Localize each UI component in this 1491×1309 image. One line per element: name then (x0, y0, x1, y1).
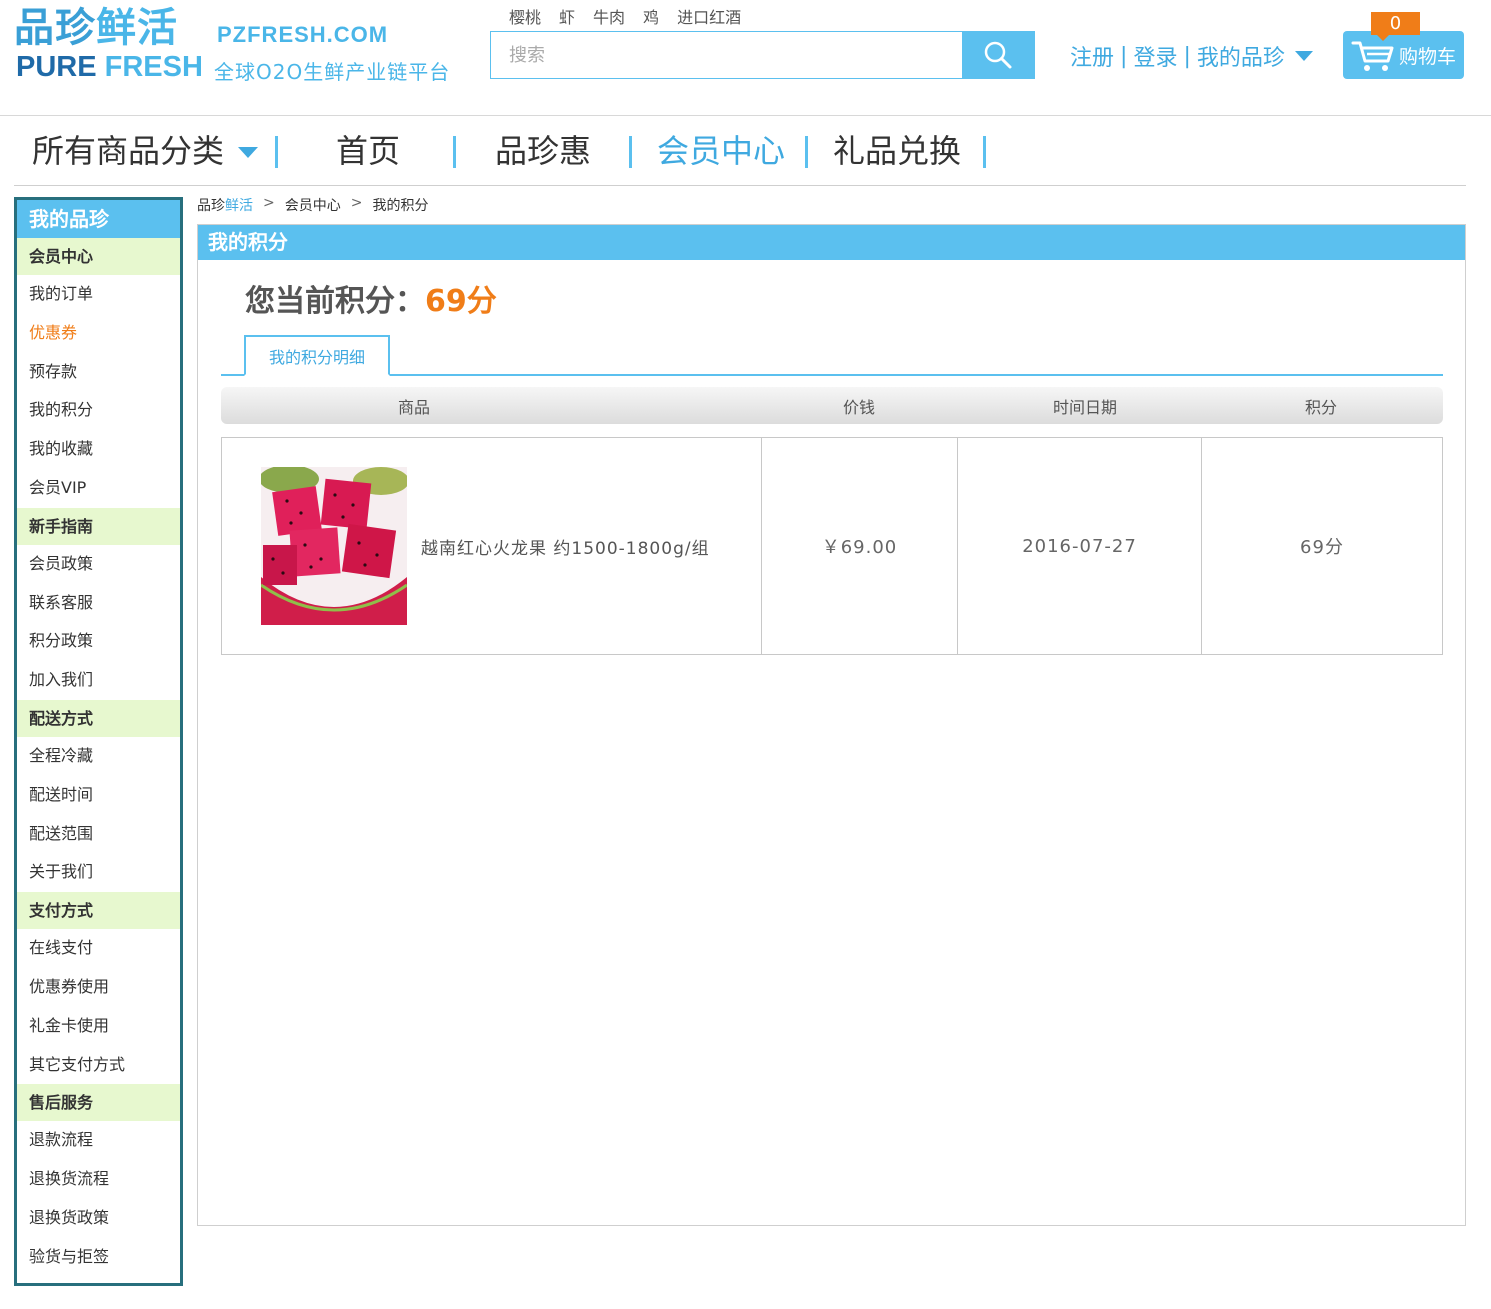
sidebar-item-about-us[interactable]: 关于我们 (17, 853, 180, 892)
sidebar-item-return-process[interactable]: 退换货流程 (17, 1160, 180, 1199)
sidebar-item-delivery-time[interactable]: 配送时间 (17, 776, 180, 815)
panel-title: 我的积分 (198, 225, 1465, 260)
logo-slogan: 全球O2O生鲜产业链平台 (214, 60, 451, 84)
hotword-link[interactable]: 牛肉 (593, 4, 625, 28)
nav-all-categories[interactable]: 所有商品分类 (32, 128, 224, 174)
header-divider (0, 115, 1491, 116)
cart-label: 购物车 (1399, 46, 1457, 68)
cart-count-badge: 0 (1371, 12, 1420, 41)
login-link[interactable]: 登录 (1133, 40, 1177, 72)
chevron-down-icon[interactable] (1294, 51, 1313, 61)
search-icon (984, 41, 1012, 69)
breadcrumb-arrow: > (263, 195, 275, 211)
search-input[interactable] (491, 32, 962, 78)
product-cell: 越南红心火龙果 约1500-1800g/组 (222, 438, 762, 654)
sidebar-item-inspect-reject[interactable]: 验货与拒签 (17, 1238, 180, 1277)
hotword-link[interactable]: 樱桃 (509, 4, 541, 28)
nav-divider (275, 136, 278, 168)
breadcrumb-current: 我的积分 (372, 198, 429, 214)
nav-divider (629, 136, 632, 168)
separator: | (1183, 43, 1191, 69)
price-cell: ￥69.00 (762, 438, 958, 654)
logo-domain: PZFRESH.COM (217, 22, 389, 47)
search-button[interactable] (962, 31, 1034, 79)
column-header: 时间日期 (1052, 397, 1117, 417)
search-box (490, 31, 1035, 79)
dragon-fruit-image[interactable] (261, 467, 407, 625)
nav-divider (805, 136, 808, 168)
my-pinzhen-link[interactable]: 我的品珍 (1197, 40, 1285, 72)
sidebar-section-title: 配送方式 (17, 699, 180, 737)
sidebar-section-title: 会员中心 (17, 238, 180, 275)
main-nav: 所有商品分类 首页 品珍惠 会员中心 礼品兑换 (14, 128, 1466, 174)
breadcrumb: 品珍鲜活 > 会员中心 > 我的积分 (197, 195, 428, 215)
sidebar-section-title: 新手指南 (17, 507, 180, 545)
points-cell: 69分 (1300, 537, 1344, 558)
sidebar-item-join-us[interactable]: 加入我们 (17, 661, 180, 700)
breadcrumb-home[interactable]: 品珍鲜活 (197, 195, 253, 215)
tab-points-detail[interactable]: 我的积分明细 (244, 335, 390, 376)
sidebar-item-other-pay[interactable]: 其它支付方式 (17, 1046, 180, 1085)
cart-icon (1351, 41, 1394, 71)
sidebar-item-deposit[interactable]: 预存款 (17, 353, 180, 392)
sidebar-item-member-policy[interactable]: 会员政策 (17, 545, 180, 584)
sidebar-item-favorites[interactable]: 我的收藏 (17, 430, 180, 469)
sidebar-section-title: 支付方式 (17, 892, 180, 930)
user-links: 注册 | 登录 | 我的品珍 (1070, 40, 1313, 72)
logo-cn: 品珍鲜活 (14, 5, 178, 51)
nav-divider (453, 136, 456, 168)
sidebar-item-vip[interactable]: 会员VIP (17, 469, 180, 508)
sidebar-title: 我的品珍 (17, 200, 180, 238)
sidebar-item-my-points[interactable]: 我的积分 (17, 391, 180, 430)
sidebar-item-gift-card[interactable]: 礼金卡使用 (17, 1007, 180, 1046)
sidebar-item-coupon-usage[interactable]: 优惠券使用 (17, 968, 180, 1007)
site-logo[interactable]: 品珍鲜活 PURE FRESH PZFRESH.COM 全球O2O生鲜产业链平台 (14, 6, 474, 86)
hot-search-words: 樱桃 虾 牛肉 鸡 进口红酒 (509, 4, 741, 28)
nav-divider-line (14, 185, 1466, 186)
column-header: 商品 (397, 397, 430, 417)
sidebar: 我的品珍 会员中心 我的订单 优惠券 预存款 我的积分 我的收藏 会员VIP 新… (14, 197, 183, 1286)
points-label: 您当前积分： (245, 284, 425, 319)
chevron-down-icon[interactable] (238, 147, 258, 158)
hotword-link[interactable]: 鸡 (643, 4, 659, 28)
nav-gift-exchange[interactable]: 礼品兑换 (833, 128, 961, 174)
nav-home[interactable]: 首页 (336, 128, 400, 174)
product-name[interactable]: 越南红心火龙果 约1500-1800g/组 (421, 534, 710, 559)
column-header: 积分 (1304, 397, 1337, 417)
sidebar-item-my-orders[interactable]: 我的订单 (17, 275, 180, 314)
tab-bar: 我的积分明细 (221, 335, 1443, 376)
nav-deals[interactable]: 品珍惠 (495, 128, 591, 174)
date-cell: 2016-07-27 (958, 438, 1202, 654)
current-points: 您当前积分：69分 (245, 276, 497, 320)
logo-en: PURE FRESH (16, 51, 203, 83)
sidebar-item-return-policy[interactable]: 退换货政策 (17, 1199, 180, 1238)
table-row: 越南红心火龙果 约1500-1800g/组 ￥69.00 2016-07-27 … (221, 437, 1443, 655)
separator: | (1120, 43, 1128, 69)
sidebar-item-cold-chain[interactable]: 全程冷藏 (17, 737, 180, 776)
register-link[interactable]: 注册 (1070, 40, 1114, 72)
nav-member-center[interactable]: 会员中心 (657, 128, 785, 174)
sidebar-item-coupons[interactable]: 优惠券 (17, 314, 180, 353)
sidebar-item-points-policy[interactable]: 积分政策 (17, 622, 180, 661)
hotword-link[interactable]: 虾 (559, 4, 575, 28)
table-header: 商品 价钱 时间日期 积分 (221, 387, 1443, 424)
sidebar-item-contact-service[interactable]: 联系客服 (17, 584, 180, 623)
cart-button[interactable]: 0 购物车 (1343, 12, 1464, 79)
points-value: 69分 (425, 284, 497, 319)
breadcrumb-member-center[interactable]: 会员中心 (285, 195, 341, 215)
sidebar-item-refund-process[interactable]: 退款流程 (17, 1121, 180, 1160)
breadcrumb-arrow: > (350, 195, 363, 211)
sidebar-item-online-pay[interactable]: 在线支付 (17, 929, 180, 968)
hotword-link[interactable]: 进口红酒 (677, 4, 741, 28)
sidebar-section-title: 售后服务 (17, 1084, 180, 1122)
sidebar-item-delivery-area[interactable]: 配送范围 (17, 815, 180, 854)
nav-divider (983, 136, 986, 168)
